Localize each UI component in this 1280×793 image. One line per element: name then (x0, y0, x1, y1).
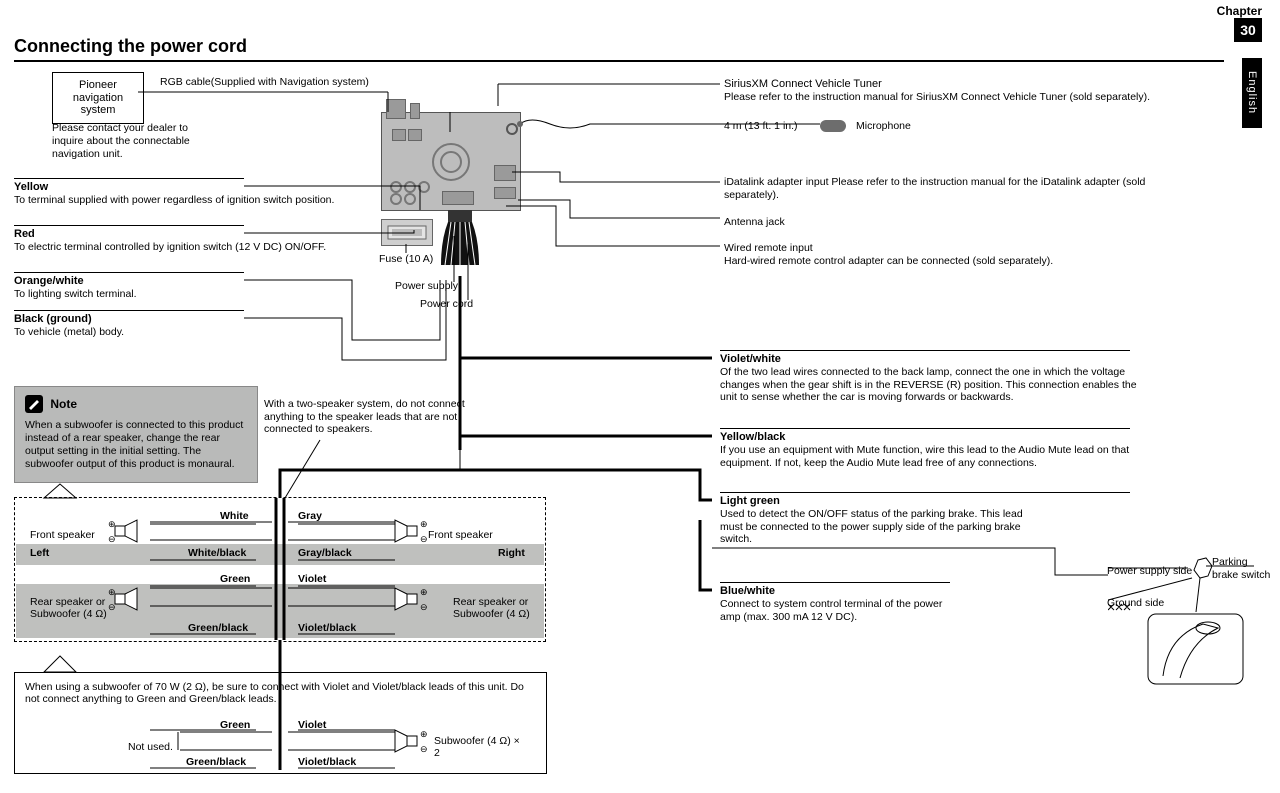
light-green-block: Light green Used to detect the ON/OFF st… (720, 492, 1130, 546)
not-used-label: Not used. (128, 741, 173, 753)
orange-head: Orange/white (14, 272, 244, 288)
language-tab: English (1242, 58, 1262, 128)
white-label: White (220, 510, 249, 522)
yellow-black-block: Yellow/black If you use an equipment wit… (720, 428, 1160, 469)
light-green-text: Used to detect the ON/OFF status of the … (720, 508, 1040, 546)
black-head: Black (ground) (14, 310, 244, 326)
white-black-label: White/black (188, 547, 246, 559)
speaker-diagram (14, 497, 546, 642)
rgb-cable-label: RGB cable(Supplied with Navigation syste… (160, 76, 369, 89)
page-title: Connecting the power cord (14, 36, 247, 57)
page-root: Chapter 30 English Connecting the power … (0, 0, 1280, 793)
front-speaker-left: Front speaker (30, 529, 95, 541)
wire-harness (433, 210, 487, 280)
sub-green: Green (220, 719, 250, 731)
sub-violet: Violet (298, 719, 326, 731)
violet-white-text: Of the two lead wires connected to the b… (720, 366, 1150, 404)
note-body: When a subwoofer is connected to this pr… (25, 419, 247, 472)
gray-black-label: Gray/black (298, 547, 352, 559)
red-head: Red (14, 225, 244, 241)
violet-black-label: Violet/black (298, 622, 356, 634)
rear-speaker-right: Rear speaker or Subwoofer (4 Ω) (453, 596, 533, 620)
yellow-text: To terminal supplied with power regardle… (14, 194, 334, 206)
parking-brake-illustration (1108, 556, 1263, 696)
chapter-label: Chapter (1217, 4, 1262, 18)
idatalink-block: iDatalink adapter input Please refer to … (724, 176, 1194, 201)
subwoofer-label: Subwoofer (4 Ω) × 2 (434, 735, 524, 759)
light-green-head: Light green (720, 492, 1130, 508)
mic-label: Microphone (856, 120, 911, 133)
wired-remote-block: Wired remote input Hard-wired remote con… (724, 242, 1224, 268)
violet-white-head: Violet/white (720, 350, 1130, 366)
yellow-black-text: If you use an equipment with Mute functi… (720, 444, 1160, 469)
sub-green-black: Green/black (186, 756, 246, 768)
chapter-number: 30 (1234, 18, 1262, 42)
red-lead: Red To electric terminal controlled by i… (14, 225, 326, 254)
antenna-label: Antenna jack (724, 216, 785, 229)
power-cord-label: Power cord (420, 298, 473, 311)
note-heading-text: Note (50, 397, 77, 411)
sub-violet-black: Violet/black (298, 756, 356, 768)
blue-white-block: Blue/white Connect to system control ter… (720, 582, 950, 623)
wired-head: Wired remote input (724, 242, 813, 254)
mic-length: 4 m (13 ft. 1 in.) (724, 120, 798, 133)
front-speaker-right: Front speaker (428, 529, 493, 541)
power-supply-label: Power supply (395, 280, 458, 293)
note-heading: Note (25, 395, 247, 413)
right-label: Right (498, 547, 525, 559)
nav-system-box: Pioneer navigation system (52, 72, 144, 124)
pencil-icon (25, 395, 43, 413)
blue-white-head: Blue/white (720, 582, 950, 598)
fuse-label: Fuse (10 A) (379, 253, 433, 266)
sirius-block: SiriusXM Connect Vehicle Tuner Please re… (724, 78, 1224, 104)
nav-system-note: Please contact your dealer to inquire ab… (52, 122, 212, 161)
orange-text: To lighting switch terminal. (14, 288, 137, 300)
sirius-head: SiriusXM Connect Vehicle Tuner (724, 78, 882, 90)
green-black-label: Green/black (188, 622, 248, 634)
gray-label: Gray (298, 510, 322, 522)
yellow-black-head: Yellow/black (720, 428, 1130, 444)
left-label: Left (30, 547, 49, 559)
violet-white-block: Violet/white Of the two lead wires conne… (720, 350, 1150, 404)
violet-label: Violet (298, 573, 326, 585)
title-rule (14, 60, 1224, 62)
two-speaker-note: With a two-speaker system, do not connec… (264, 398, 474, 436)
fuse-box (381, 219, 433, 246)
red-text: To electric terminal controlled by ignit… (14, 241, 326, 253)
orange-lead: Orange/white To lighting switch terminal… (14, 272, 244, 301)
green-label: Green (220, 573, 250, 585)
black-text: To vehicle (metal) body. (14, 326, 124, 338)
note-box: Note When a subwoofer is connected to th… (14, 386, 258, 483)
yellow-lead: Yellow To terminal supplied with power r… (14, 178, 334, 207)
microphone-icon (820, 118, 852, 134)
yellow-head: Yellow (14, 178, 244, 194)
sirius-text: Please refer to the instruction manual f… (724, 91, 1150, 103)
sub-hint-text: When using a subwoofer of 70 W (2 Ω), be… (15, 673, 545, 713)
rear-speaker-left: Rear speaker or Subwoofer (4 Ω) (30, 596, 110, 620)
black-lead: Black (ground) To vehicle (metal) body. (14, 310, 244, 339)
blue-white-text: Connect to system control terminal of th… (720, 598, 950, 623)
wired-text: Hard-wired remote control adapter can be… (724, 255, 1053, 267)
head-unit-illustration (381, 112, 521, 211)
